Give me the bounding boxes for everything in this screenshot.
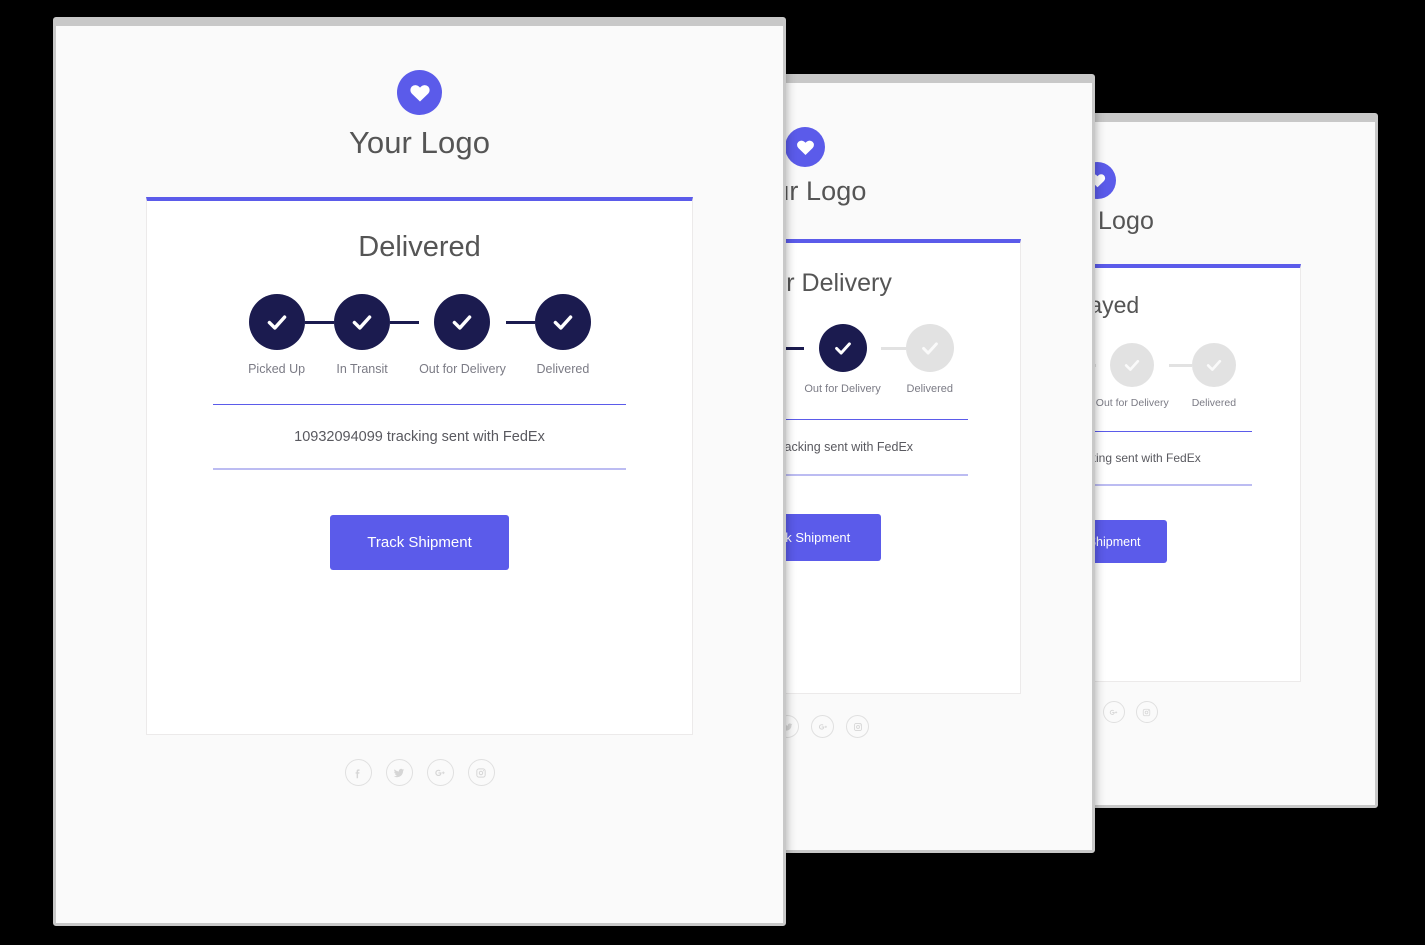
- email-preview-window-front[interactable]: Your Logo Delivered Picked Up In Transit…: [53, 17, 786, 926]
- cta-container-middle: Track Shipment: [781, 514, 1020, 561]
- divider-top: [781, 419, 968, 420]
- tracker-connector: [880, 346, 906, 350]
- tracker-step-label: Out for Delivery: [1095, 397, 1169, 409]
- cta-container-front: Track Shipment: [147, 515, 692, 570]
- twitter-icon[interactable]: [385, 759, 413, 786]
- email-body-back: Your Logo Delayed Picked Up: [1093, 122, 1375, 805]
- track-shipment-button[interactable]: Track Shipment: [1093, 520, 1167, 563]
- instagram-icon[interactable]: [467, 759, 495, 786]
- progress-tracker-back: Picked Up In Transit: [1093, 343, 1300, 409]
- screenshot-stage: Your Logo Delayed Picked Up: [0, 0, 1425, 945]
- heart-icon: [397, 70, 442, 115]
- tracker-step: Out for Delivery: [1096, 343, 1169, 409]
- googleplus-icon[interactable]: [1102, 701, 1125, 723]
- cta-container-back: Track Shipment: [1093, 520, 1300, 563]
- check-icon: [534, 294, 591, 350]
- status-title-back: Delayed: [1090, 292, 1140, 318]
- logo-name-middle: Your Logo: [781, 176, 867, 206]
- check-icon: [434, 294, 491, 350]
- divider-bottom: [781, 474, 968, 476]
- tracker-connector: [505, 320, 535, 324]
- status-title-front: Delivered: [358, 231, 481, 263]
- tracker-step-label: Delivered: [1191, 397, 1237, 409]
- tracker-step: Delivered: [905, 324, 954, 395]
- email-body-middle: Your Logo Out for Delivery Picked Up: [781, 83, 1092, 850]
- tracker-step-label: Picked Up: [248, 362, 306, 376]
- email-preview-window-back[interactable]: Your Logo Delayed Picked Up: [1090, 113, 1378, 808]
- brand-header-front: Your Logo: [56, 26, 783, 161]
- social-links-back: [1093, 701, 1367, 723]
- tracker-step: Picked Up: [248, 294, 305, 376]
- tracker-step-label: In Transit: [336, 362, 388, 376]
- status-card-middle: Out for Delivery Picked Up: [778, 239, 1021, 694]
- email-content-back: Your Logo Delayed Picked Up: [1090, 122, 1367, 723]
- heart-icon: [785, 127, 825, 167]
- facebook-icon[interactable]: [344, 759, 372, 786]
- check-icon: [905, 324, 954, 372]
- social-links-front: [56, 759, 783, 786]
- googleplus-icon[interactable]: [426, 759, 454, 786]
- tracking-text-middle: 10932094099 tracking sent with FedEx: [778, 440, 914, 454]
- check-icon: [248, 294, 305, 350]
- tracker-step: Delivered: [534, 294, 591, 376]
- tracker-step: Delivered: [1192, 343, 1236, 409]
- tracking-text-back: 10932094099 tracking sent with FedEx: [1090, 451, 1201, 465]
- status-card-back: Delayed Picked Up: [1090, 264, 1301, 682]
- brand-header-middle: Your Logo: [781, 83, 1091, 207]
- progress-tracker-front: Picked Up In Transit Out for Delivery De…: [147, 294, 692, 376]
- instagram-icon[interactable]: [846, 715, 869, 738]
- email-content-middle: Your Logo Out for Delivery Picked Up: [778, 83, 1091, 738]
- check-icon: [1110, 343, 1155, 387]
- email-preview-window-middle[interactable]: Your Logo Out for Delivery Picked Up: [778, 74, 1095, 853]
- track-shipment-button[interactable]: Track Shipment: [330, 515, 509, 570]
- status-card-front: Delivered Picked Up In Transit Out for D…: [146, 197, 693, 735]
- email-body-front: Your Logo Delivered Picked Up In Transit…: [56, 26, 783, 923]
- tracker-step: Out for Delivery: [419, 294, 506, 376]
- brand-header-back: Your Logo: [1093, 122, 1367, 236]
- status-title-middle: Out for Delivery: [781, 269, 892, 297]
- tracker-connector: [1168, 363, 1192, 367]
- tracker-step: Out for Delivery: [804, 324, 881, 395]
- progress-tracker-middle: Picked Up In Transit: [781, 324, 1020, 395]
- check-icon: [334, 294, 391, 350]
- check-icon: [1191, 343, 1236, 387]
- divider-top: [1093, 431, 1252, 432]
- divider-top: [213, 404, 626, 405]
- divider-bottom: [1093, 484, 1252, 486]
- tracker-step: In Transit: [334, 294, 391, 376]
- instagram-icon[interactable]: [1135, 701, 1158, 723]
- tracker-step-label: Out for Delivery: [804, 383, 881, 395]
- tracker-connector: [390, 320, 420, 324]
- tracking-text-front: 10932094099 tracking sent with FedEx: [294, 429, 545, 445]
- logo-name-back: Your Logo: [1093, 207, 1154, 235]
- divider-bottom: [213, 468, 626, 470]
- logo-name-front: Your Logo: [348, 125, 491, 160]
- googleplus-icon[interactable]: [811, 715, 834, 738]
- track-shipment-button[interactable]: Track Shipment: [781, 514, 881, 561]
- check-icon: [818, 324, 867, 372]
- tracker-step-label: Delivered: [536, 362, 590, 376]
- tracker-step-label: Out for Delivery: [419, 362, 506, 376]
- tracker-connector: [305, 320, 335, 324]
- social-links-middle: [781, 715, 1091, 738]
- tracker-step-label: Delivered: [906, 383, 954, 395]
